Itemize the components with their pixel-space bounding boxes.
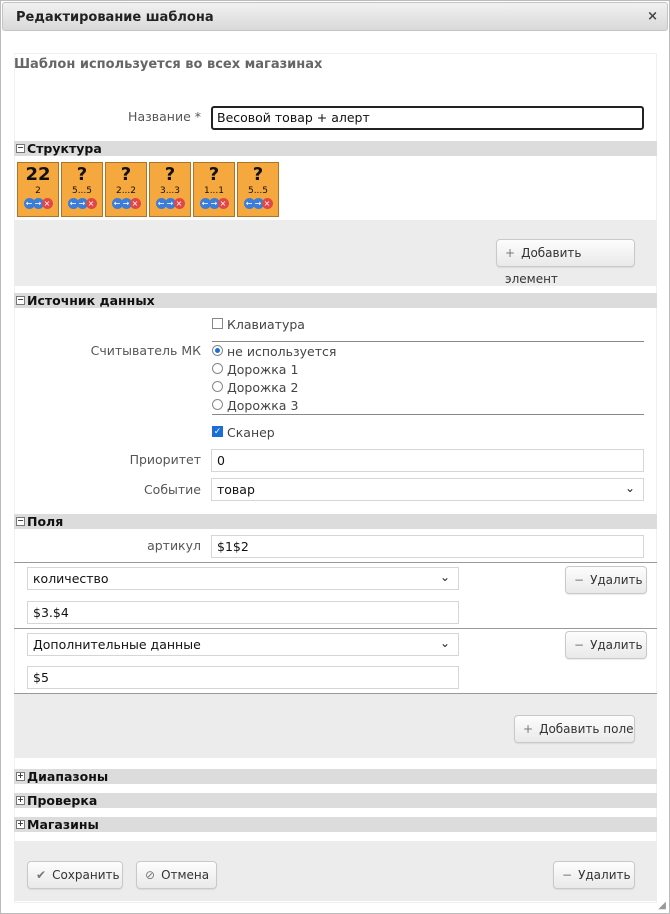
reader-radio-track2[interactable] (212, 381, 223, 392)
field-select[interactable]: Дополнительные данные ⌄ (27, 633, 459, 656)
structure-tile[interactable]: ? 5...5 ← → × (237, 162, 279, 217)
tile-range: 5...5 (247, 186, 269, 196)
field-value-input[interactable]: $3.$4 (27, 601, 459, 624)
structure-tile[interactable]: ? 5...5 ← → × (61, 162, 103, 217)
divider (212, 341, 644, 342)
structure-tile[interactable]: 22 2 ← → × (17, 162, 59, 217)
minus-icon: − (562, 868, 573, 882)
scanner-label: Сканер (227, 425, 275, 440)
reader-option-label: Дорожка 2 (227, 380, 299, 395)
section-data-source-title: Источник данных (27, 293, 155, 308)
section-ranges-header[interactable]: + Диапазоны (14, 769, 657, 784)
section-fields-title: Поля (27, 514, 64, 529)
structure-tile[interactable]: ? 3...3 ← → × (149, 162, 191, 217)
name-label: Название * (128, 109, 201, 124)
section-structure-header[interactable]: − Структура (14, 141, 657, 156)
name-input[interactable]: Весовой товар + алерт (211, 106, 644, 130)
section-structure-title: Структура (27, 141, 102, 156)
tile-value: ? (164, 164, 176, 185)
dialog-title: Редактирование шаблона (16, 10, 214, 25)
collapse-icon[interactable]: − (16, 296, 25, 305)
remove-icon[interactable]: × (129, 198, 141, 209)
divider (14, 562, 657, 563)
minus-icon: − (574, 638, 585, 652)
field-select-value: количество (33, 571, 109, 586)
remove-icon[interactable]: × (41, 198, 53, 209)
keyboard-label: Клавиатура (227, 317, 305, 332)
event-label: Событие (143, 482, 201, 497)
tile-range: 2 (35, 186, 41, 196)
add-field-button[interactable]: + Добавить поле (514, 715, 635, 743)
section-fields-header[interactable]: − Поля (14, 514, 657, 529)
keyboard-checkbox[interactable] (212, 318, 223, 329)
tile-range: 1...1 (203, 186, 225, 196)
section-check-title: Проверка (27, 793, 98, 808)
remove-icon[interactable]: × (173, 198, 185, 209)
reader-radio-track3[interactable] (212, 399, 223, 410)
reader-option-label: Дорожка 1 (227, 362, 299, 377)
event-select[interactable]: товар ⌄ (211, 478, 644, 501)
section-check-header[interactable]: + Проверка (14, 793, 657, 808)
save-button[interactable]: ✔ Сохранить (27, 861, 123, 889)
tile-value: ? (76, 164, 88, 185)
article-input[interactable]: $1$2 (211, 535, 644, 558)
reader-radio-none[interactable] (212, 345, 223, 356)
check-icon: ✔ (36, 868, 47, 882)
edit-template-dialog: Редактирование шаблона × Шаблон использу… (0, 0, 670, 914)
minus-icon: − (574, 573, 585, 587)
collapse-icon[interactable]: − (16, 517, 25, 526)
remove-icon[interactable]: × (261, 198, 273, 209)
delete-field-button[interactable]: − Удалить (565, 566, 647, 594)
tile-range: 3...3 (159, 186, 181, 196)
delete-template-button[interactable]: − Удалить (553, 861, 635, 889)
plus-icon: + (523, 722, 534, 736)
remove-icon[interactable]: × (217, 198, 229, 209)
tile-range: 5...5 (71, 186, 93, 196)
priority-input[interactable]: 0 (211, 449, 644, 472)
reader-radio-track1[interactable] (212, 363, 223, 374)
field-value-input[interactable]: $5 (27, 666, 459, 689)
reader-label: Считыватель МК (90, 343, 201, 358)
resize-handle-icon[interactable]: ◢ (658, 900, 666, 911)
collapse-icon[interactable]: − (16, 144, 25, 153)
reader-option-label: Дорожка 3 (227, 398, 299, 413)
close-icon[interactable]: × (647, 9, 658, 24)
delete-field-button[interactable]: − Удалить (565, 631, 647, 659)
dialog-titlebar: Редактирование шаблона × (2, 2, 668, 31)
scanner-checkbox[interactable]: ✓ (212, 426, 223, 437)
tile-value: 22 (25, 164, 51, 185)
tile-value: ? (208, 164, 220, 185)
remove-icon[interactable]: × (85, 198, 97, 209)
structure-tile[interactable]: ? 2...2 ← → × (105, 162, 147, 217)
section-ranges-title: Диапазоны (27, 769, 109, 784)
field-select-value: Дополнительные данные (33, 637, 201, 652)
priority-label: Приоритет (129, 452, 201, 467)
event-select-value: товар (217, 482, 255, 497)
chevron-down-icon: ⌄ (439, 636, 450, 650)
expand-icon[interactable]: + (16, 772, 25, 781)
chevron-down-icon: ⌄ (624, 481, 635, 495)
cancel-button[interactable]: ⊘ Отмена (136, 861, 217, 889)
structure-tile[interactable]: ? 1...1 ← → × (193, 162, 235, 217)
expand-icon[interactable]: + (16, 796, 25, 805)
reader-option-label: не используется (227, 344, 337, 359)
add-element-button[interactable]: + Добавить элемент (496, 239, 635, 286)
expand-icon[interactable]: + (16, 820, 25, 829)
section-stores-header[interactable]: + Магазины (14, 817, 657, 832)
cancel-icon: ⊘ (145, 868, 156, 882)
section-data-source-header[interactable]: − Источник данных (14, 293, 657, 308)
article-label: артикул (147, 538, 201, 553)
field-select[interactable]: количество ⌄ (27, 567, 459, 590)
chevron-down-icon: ⌄ (439, 570, 450, 584)
tile-range: 2...2 (115, 186, 137, 196)
divider (212, 414, 644, 415)
divider (14, 628, 657, 629)
plus-icon: + (505, 246, 516, 260)
template-notice: Шаблон используется во всех магазинах (14, 57, 323, 72)
tile-value: ? (120, 164, 132, 185)
tile-value: ? (252, 164, 264, 185)
section-stores-title: Магазины (27, 817, 99, 832)
